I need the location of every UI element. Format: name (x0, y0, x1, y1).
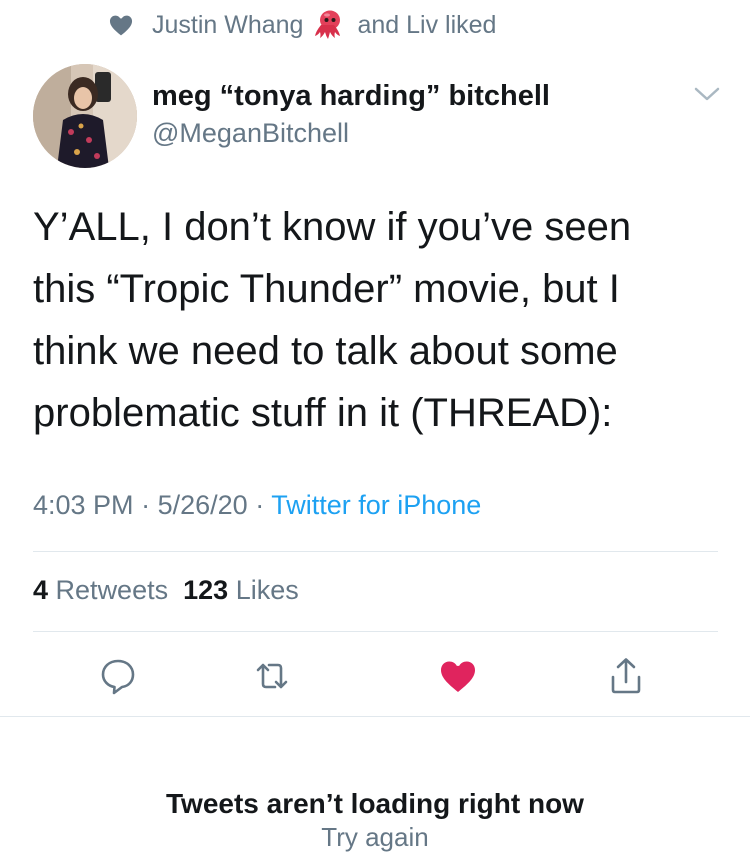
heart-icon (441, 661, 475, 692)
reply-icon (101, 659, 135, 695)
error-message: Tweets aren’t loading right now (166, 788, 584, 819)
social-context[interactable]: Justin Whang and Liv liked (108, 8, 496, 42)
tweet-source-link[interactable]: Twitter for iPhone (271, 490, 481, 520)
retweet-button[interactable] (252, 656, 292, 696)
tweet-text-line: this “Tropic Thunder” movie, but I (33, 267, 620, 311)
likes-count: 123 (183, 575, 229, 605)
tweet-metadata: 4:03 PM · 5/26/20 · Twitter for iPhone (33, 490, 481, 521)
author-display-name[interactable]: meg “tonya harding” bitchell (152, 80, 550, 113)
likes-stat[interactable]: 123 Likes (183, 575, 299, 605)
tweet-text-line: Y’ALL, I don’t know if you’ve seen (33, 205, 632, 249)
share-button[interactable] (606, 656, 646, 696)
retweets-stat[interactable]: 4 Retweets (33, 575, 168, 605)
divider (33, 631, 718, 632)
like-button[interactable] (438, 656, 478, 696)
tweet-text-line: think we need to talk about some (33, 329, 618, 373)
author-handle[interactable]: @MeganBitchell (152, 118, 349, 149)
liker-name[interactable]: Justin Whang (152, 11, 303, 40)
reply-button[interactable] (98, 656, 138, 696)
retweet-icon (256, 663, 288, 689)
divider (0, 716, 750, 717)
tweet-time: 4:03 PM (33, 490, 134, 520)
retweets-count: 4 (33, 575, 49, 605)
heart-icon (109, 15, 133, 36)
separator: · (141, 490, 151, 520)
try-again-button[interactable]: Try again (0, 822, 750, 853)
tweet-date: 5/26/20 (157, 490, 248, 520)
divider (33, 551, 718, 552)
separator: · (255, 490, 265, 520)
social-context-suffix: and Liv liked (357, 10, 497, 39)
tweet-stats: 4 Retweets 123 Likes (33, 575, 299, 606)
share-icon (611, 658, 641, 694)
octopus-emoji-icon (313, 8, 347, 42)
tweet-text: Y’ALL, I don’t know if you’ve seen this … (33, 196, 723, 444)
avatar[interactable] (33, 64, 137, 168)
chevron-down-icon[interactable] (690, 82, 724, 106)
likes-label: Likes (235, 575, 299, 605)
retweets-label: Retweets (55, 575, 169, 605)
tweet-text-line: problematic stuff in it (THREAD): (33, 391, 613, 435)
